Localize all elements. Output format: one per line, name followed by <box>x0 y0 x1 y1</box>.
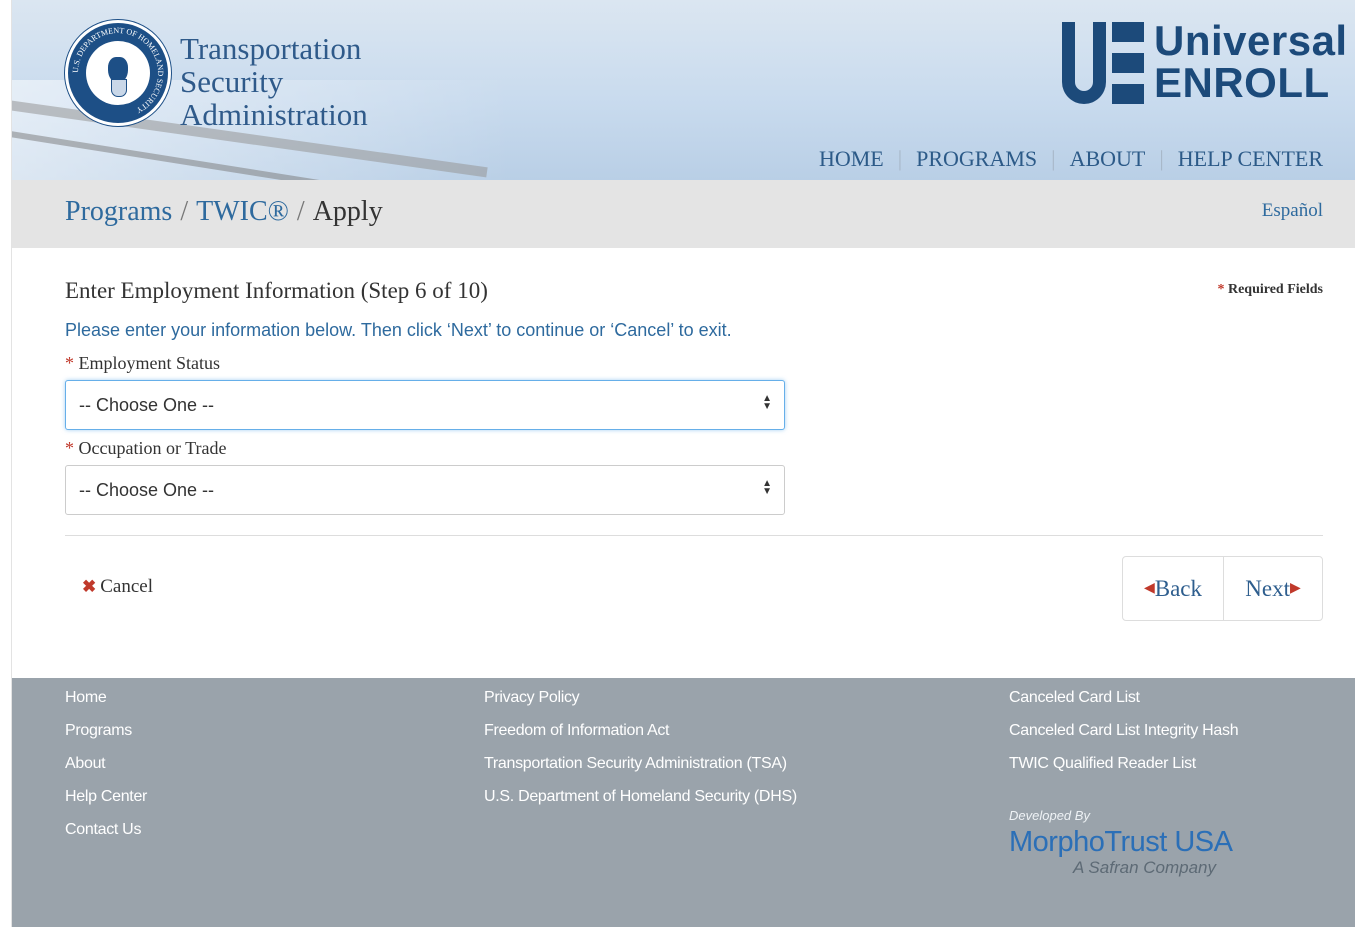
occupation-select[interactable]: -- Choose One -- ▲ ▼ <box>65 465 785 515</box>
site-footer: Home Programs About Help Center Contact … <box>12 678 1355 927</box>
footer-link-foia[interactable]: Freedom of Information Act <box>484 721 797 754</box>
ue-logo-mark-icon <box>1062 22 1144 104</box>
nav-separator: | <box>1159 146 1164 171</box>
close-icon: ✖ <box>82 577 97 596</box>
occupation-label: * Occupation or Trade <box>65 438 226 459</box>
back-label: Back <box>1154 575 1203 601</box>
morphotrust-logo[interactable]: MorphoTrust USA <box>1009 826 1233 859</box>
ue-e-bar <box>1112 22 1144 42</box>
cancel-label: Cancel <box>100 576 154 597</box>
nav-about[interactable]: ABOUT <box>1070 146 1146 171</box>
next-button[interactable]: Next ▶ <box>1223 557 1323 620</box>
footer-link-canceled-card-list[interactable]: Canceled Card List <box>1009 688 1238 721</box>
seal-center <box>86 41 150 105</box>
agency-name-line: Transportation <box>180 31 362 66</box>
breadcrumb-programs[interactable]: Programs <box>65 196 172 227</box>
breadcrumb-apply: Apply <box>312 196 383 227</box>
occupation-label-text: Occupation or Trade <box>78 438 227 458</box>
footer-link-home[interactable]: Home <box>65 688 147 721</box>
caret-right-icon: ▶ <box>1289 581 1301 596</box>
footer-link-privacy-policy[interactable]: Privacy Policy <box>484 688 797 721</box>
wizard-nav-buttons: ◀ Back Next ▶ <box>1122 556 1323 621</box>
required-star: * <box>65 353 74 373</box>
breadcrumb-twic[interactable]: TWIC® <box>196 196 289 227</box>
footer-link-help-center[interactable]: Help Center <box>65 787 147 820</box>
agency-name-line: Security <box>180 64 284 99</box>
occupation-value: -- Choose One -- <box>79 480 215 500</box>
breadcrumb-separator: / <box>180 196 189 227</box>
page-title: Enter Employment Information (Step 6 of … <box>65 278 488 303</box>
nav-separator: | <box>897 146 903 171</box>
safran-tagline: A Safran Company <box>1073 858 1216 877</box>
employment-status-label-text: Employment Status <box>78 353 221 373</box>
dhs-seal-icon[interactable]: U.S. DEPARTMENT OF HOMELAND SECURITY <box>65 20 171 126</box>
select-arrows-icon: ▲ ▼ <box>762 478 772 497</box>
nav-programs[interactable]: PROGRAMS <box>916 146 1037 171</box>
required-fields-label: Required Fields <box>1227 282 1323 297</box>
ue-wordmark: Universal ENROLL <box>1154 20 1348 104</box>
footer-link-reader-list[interactable]: TWIC Qualified Reader List <box>1009 754 1238 787</box>
employment-status-label: * Employment Status <box>65 353 220 374</box>
ue-e-shape <box>1112 22 1144 104</box>
breadcrumb-bar: Programs / TWIC® / Apply Español <box>12 180 1355 248</box>
shield-icon <box>111 79 127 97</box>
cancel-button[interactable]: ✖ Cancel <box>82 576 153 598</box>
ue-wordmark-line1: Universal <box>1154 17 1348 64</box>
ue-wordmark-line2: ENROLL <box>1154 59 1330 106</box>
footer-link-about[interactable]: About <box>65 754 147 787</box>
nav-separator: | <box>1051 146 1056 171</box>
language-link-espanol[interactable]: Español <box>1262 200 1323 222</box>
footer-column-site: Home Programs About Help Center Contact … <box>65 688 147 853</box>
breadcrumb-separator: / <box>296 196 305 227</box>
footer-link-integrity-hash[interactable]: Canceled Card List Integrity Hash <box>1009 721 1239 754</box>
ue-e-bar <box>1112 53 1144 73</box>
required-star: * <box>1217 282 1225 297</box>
breadcrumb: Programs / TWIC® / Apply <box>65 196 383 228</box>
form-instructions: Please enter your information below. The… <box>65 320 732 340</box>
footer-link-dhs[interactable]: U.S. Department of Homeland Security (DH… <box>484 787 797 820</box>
next-label: Next <box>1245 575 1290 601</box>
form-divider <box>65 535 1323 536</box>
nav-home[interactable]: HOME <box>819 146 884 171</box>
footer-column-policy: Privacy Policy Freedom of Information Ac… <box>484 688 797 820</box>
agency-name-line: Administration <box>180 97 368 132</box>
universal-enroll-logo[interactable]: Universal ENROLL <box>1062 20 1347 108</box>
required-star: * <box>65 438 74 458</box>
footer-link-tsa[interactable]: Transportation Security Administration (… <box>484 754 797 787</box>
footer-link-programs[interactable]: Programs <box>65 721 147 754</box>
agency-name[interactable]: Transportation Security Administration <box>180 32 368 131</box>
main-nav: HOME | PROGRAMS | ABOUT | HELP CENTER <box>819 146 1323 172</box>
employment-status-value: -- Choose One -- <box>79 395 215 415</box>
back-button[interactable]: ◀ Back <box>1123 557 1224 620</box>
nav-help-center[interactable]: HELP CENTER <box>1178 146 1323 171</box>
select-arrows-icon: ▲ ▼ <box>762 393 772 412</box>
page-frame <box>0 0 12 927</box>
employment-status-select[interactable]: -- Choose One -- ▲ ▼ <box>65 380 785 430</box>
footer-column-cards: Canceled Card List Canceled Card List In… <box>1009 688 1239 787</box>
caret-left-icon: ◀ <box>1143 581 1155 596</box>
footer-link-contact-us[interactable]: Contact Us <box>65 820 147 853</box>
ue-u-shape <box>1062 22 1106 104</box>
required-fields-note: * Required Fields <box>1217 282 1323 298</box>
developed-by-label: Developed By <box>1009 808 1090 823</box>
ue-e-bar <box>1112 84 1144 104</box>
